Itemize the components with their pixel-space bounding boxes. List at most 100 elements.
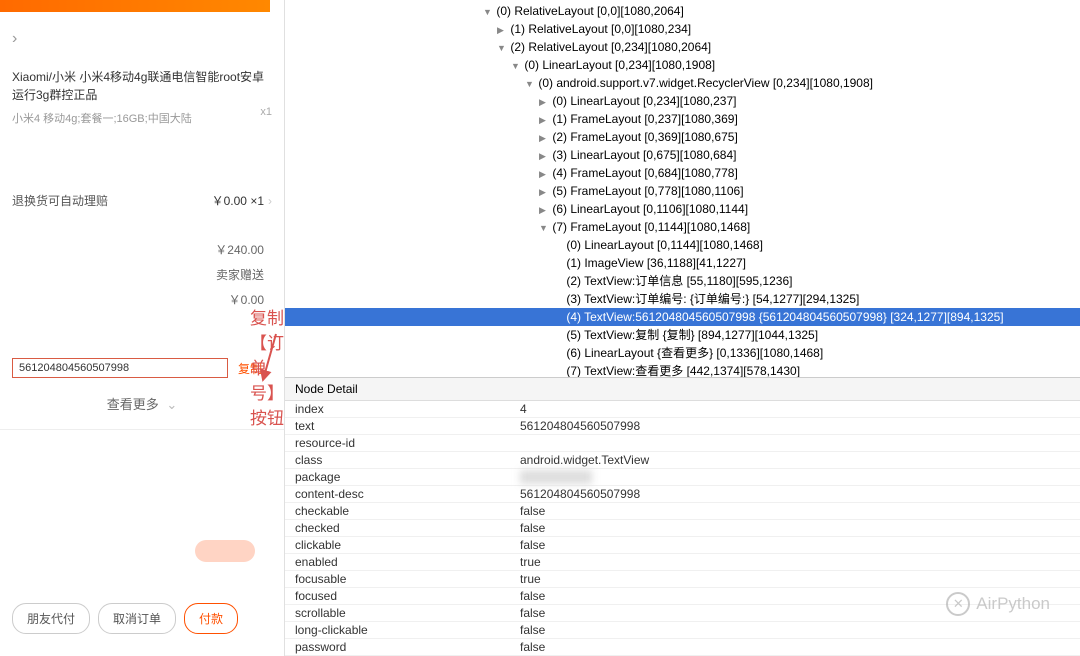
tree-toggle-icon[interactable] [539, 164, 549, 182]
detail-value: xxxxxxxxxxxx [510, 469, 1080, 486]
detail-key: scrollable [285, 605, 510, 622]
tree-node[interactable]: (0) LinearLayout [0,234][1080,237] [285, 92, 1080, 110]
tree-toggle-icon[interactable] [525, 74, 535, 92]
detail-key: focusable [285, 571, 510, 588]
detail-value: 4 [510, 401, 1080, 418]
annotation-arrow-icon [258, 332, 288, 387]
node-detail-header: Node Detail [285, 378, 1080, 401]
detail-key: password [285, 639, 510, 656]
tree-node-label: (2) FrameLayout [0,369][1080,675] [549, 130, 738, 144]
tree-toggle-icon[interactable] [539, 218, 549, 236]
tree-node[interactable]: (2) TextView:订单信息 [55,1180][595,1236] [285, 272, 1080, 290]
tree-node-label: (1) RelativeLayout [0,0][1080,234] [507, 22, 691, 36]
view-more-button[interactable]: 查看更多 ⌄ [0, 384, 284, 423]
tree-toggle-icon[interactable] [539, 146, 549, 164]
tree-toggle-icon[interactable] [497, 20, 507, 38]
tree-node[interactable]: (0) RelativeLayout [0,0][1080,2064] [285, 2, 1080, 20]
tree-toggle-icon[interactable] [483, 2, 493, 20]
detail-key: resource-id [285, 435, 510, 452]
tree-node[interactable]: (5) TextView:复制 {复制} [894,1277][1044,132… [285, 326, 1080, 344]
tree-node-label: (4) TextView:561204804560507998 {5612048… [563, 310, 1004, 324]
detail-row: checkablefalse [285, 503, 1080, 520]
detail-key: focused [285, 588, 510, 605]
inspector-panel: (0) RelativeLayout [0,0][1080,2064] (1) … [285, 0, 1080, 656]
tree-toggle-icon[interactable] [497, 38, 507, 56]
tree-node-label: (1) ImageView [36,1188][41,1227] [563, 256, 746, 270]
detail-row: packagexxxxxxxxxxxx [285, 469, 1080, 486]
tree-node[interactable]: (3) TextView:订单编号: {订单编号:} [54,1277][294… [285, 290, 1080, 308]
tree-node[interactable]: (1) FrameLayout [0,237][1080,369] [285, 110, 1080, 128]
detail-value: false [510, 622, 1080, 639]
refund-value: ￥0.00 ×1 [212, 194, 264, 208]
seller-gift-label: 卖家赠送 [216, 266, 264, 283]
detail-row: content-desc561204804560507998 [285, 486, 1080, 503]
tree-node-label: (3) LinearLayout [0,675][1080,684] [549, 148, 736, 162]
action-bar: 朋友代付 取消订单 付款 [0, 595, 270, 642]
tree-node[interactable]: (0) LinearLayout [0,1144][1080,1468] [285, 236, 1080, 254]
tree-node-label: (6) LinearLayout {查看更多} [0,1336][1080,14… [563, 346, 823, 360]
friend-pay-button[interactable]: 朋友代付 [12, 603, 90, 634]
tree-node-label: (0) LinearLayout [0,1144][1080,1468] [563, 238, 763, 252]
tree-node[interactable]: (7) TextView:查看更多 [442,1374][578,1430] [285, 362, 1080, 377]
detail-row: clickablefalse [285, 537, 1080, 554]
detail-row: enabledtrue [285, 554, 1080, 571]
node-detail-table: index4text561204804560507998resource-idc… [285, 401, 1080, 656]
detail-value: 561204804560507998 [510, 486, 1080, 503]
cancel-order-button[interactable]: 取消订单 [98, 603, 176, 634]
tree-node-label: (0) LinearLayout [0,234][1080,1908] [521, 58, 715, 72]
detail-key: content-desc [285, 486, 510, 503]
product-title: Xiaomi/小米 小米4移动4g联通电信智能root安卓运行3g群控正品 [12, 70, 264, 102]
tree-node-label: (0) android.support.v7.widget.RecyclerVi… [535, 76, 873, 90]
tree-node-label: (7) TextView:查看更多 [442,1374][578,1430] [563, 364, 800, 377]
detail-value: true [510, 571, 1080, 588]
tree-toggle-icon[interactable] [539, 92, 549, 110]
tree-node-label: (5) FrameLayout [0,778][1080,1106] [549, 184, 744, 198]
watermark: ✕ AirPython [946, 592, 1050, 616]
detail-row: index4 [285, 401, 1080, 418]
detail-value [510, 435, 1080, 452]
tree-node[interactable]: (4) FrameLayout [0,684][1080,778] [285, 164, 1080, 182]
tree-toggle-icon[interactable] [511, 56, 521, 74]
pay-button[interactable]: 付款 [184, 603, 238, 634]
back-icon[interactable]: › [12, 30, 17, 48]
tree-node-label: (6) LinearLayout [0,1106][1080,1144] [549, 202, 748, 216]
product-qty: x1 [260, 106, 272, 126]
detail-key: index [285, 401, 510, 418]
tree-node[interactable]: (6) LinearLayout {查看更多} [0,1336][1080,14… [285, 344, 1080, 362]
detail-key: checked [285, 520, 510, 537]
tree-toggle-icon[interactable] [539, 200, 549, 218]
product-spec: 小米4 移动4g;套餐一;16GB;中国大陆 [12, 110, 192, 126]
chevron-right-icon: › [268, 194, 272, 208]
tree-node[interactable]: (2) RelativeLayout [0,234][1080,2064] [285, 38, 1080, 56]
tree-node[interactable]: (6) LinearLayout [0,1106][1080,1144] [285, 200, 1080, 218]
tree-toggle-icon[interactable] [539, 110, 549, 128]
tree-node[interactable]: (1) ImageView [36,1188][41,1227] [285, 254, 1080, 272]
tree-node-label: (0) RelativeLayout [0,0][1080,2064] [493, 4, 684, 18]
tree-node-label: (2) RelativeLayout [0,234][1080,2064] [507, 40, 711, 54]
tree-node-label: (1) FrameLayout [0,237][1080,369] [549, 112, 738, 126]
hierarchy-tree[interactable]: (0) RelativeLayout [0,0][1080,2064] (1) … [285, 0, 1080, 377]
tree-node[interactable]: (0) android.support.v7.widget.RecyclerVi… [285, 74, 1080, 92]
detail-row: text561204804560507998 [285, 418, 1080, 435]
tree-node[interactable]: (3) LinearLayout [0,675][1080,684] [285, 146, 1080, 164]
tree-node[interactable]: (1) RelativeLayout [0,0][1080,234] [285, 20, 1080, 38]
detail-row: passwordfalse [285, 639, 1080, 656]
tree-node-label: (4) FrameLayout [0,684][1080,778] [549, 166, 738, 180]
refund-row[interactable]: 退换货可自动理赔 ￥0.00 ×1› [0, 184, 284, 217]
tree-toggle-icon[interactable] [539, 128, 549, 146]
mobile-screenshot: › Xiaomi/小米 小米4移动4g联通电信智能root安卓运行3g群控正品 … [0, 0, 285, 656]
detail-value: true [510, 554, 1080, 571]
detail-key: class [285, 452, 510, 469]
tree-node-label: (7) FrameLayout [0,1144][1080,1468] [549, 220, 750, 234]
tree-node[interactable]: (7) FrameLayout [0,1144][1080,1468] [285, 218, 1080, 236]
tree-node[interactable]: (0) LinearLayout [0,234][1080,1908] [285, 56, 1080, 74]
tree-node[interactable]: (5) FrameLayout [0,778][1080,1106] [285, 182, 1080, 200]
tree-node-label: (2) TextView:订单信息 [55,1180][595,1236] [563, 274, 792, 288]
detail-row: resource-id [285, 435, 1080, 452]
tree-node[interactable]: (4) TextView:561204804560507998 {5612048… [285, 308, 1080, 326]
detail-key: checkable [285, 503, 510, 520]
tree-node[interactable]: (2) FrameLayout [0,369][1080,675] [285, 128, 1080, 146]
tree-toggle-icon[interactable] [539, 182, 549, 200]
wechat-icon: ✕ [946, 592, 970, 616]
chevron-down-icon: ⌄ [166, 397, 177, 412]
